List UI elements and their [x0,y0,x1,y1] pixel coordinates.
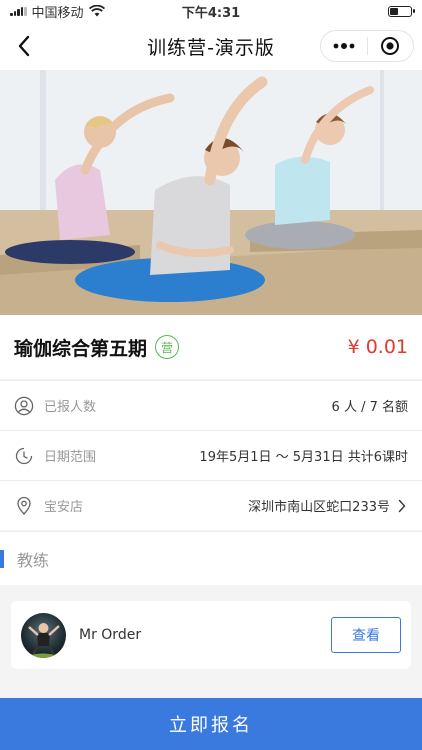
status-bar: 中国移动 下午4:31 [0,0,422,22]
more-button[interactable] [321,31,367,61]
coach-card: Mr Order 查看 [11,601,411,669]
course-title-wrap: 瑜伽综合第五期 营 [14,334,180,361]
section-accent-bar [0,550,4,568]
user-icon [14,396,34,416]
info-row-enrolled: 已报人数 6 人 / 7 名额 [0,380,422,430]
enrolled-label: 已报人数 [44,400,97,415]
page-title: 训练营-演示版 [147,36,275,59]
coach-name: Mr Order [79,627,142,643]
back-button[interactable] [10,32,38,60]
miniprogram-capsule [320,30,414,62]
location-pin-icon [14,496,34,516]
store-label: 宝安店 [44,500,84,515]
store-address: 深圳市南山区蛇口233号 [248,500,390,515]
chevron-right-icon [398,499,408,513]
coach-avatar [21,612,66,658]
coach-list: Mr Order 查看 [0,585,422,693]
yoga-class-illustration [0,70,422,315]
course-info-list: 已报人数 6 人 / 7 名额 日期范围 19年5月1日 ～ 5月31日 共计6… [0,380,422,530]
nav-bar: 训练营-演示版 [0,22,422,70]
course-cover-image [0,70,422,315]
clock-icon [14,446,34,466]
course-price: ¥ 0.01 [347,336,408,358]
battery-icon [388,5,415,17]
more-dots-icon [333,43,355,49]
close-miniprogram-button[interactable] [368,31,414,61]
status-left: 中国移动 [10,2,105,21]
target-circle-icon [381,37,400,55]
signal-icon [10,6,27,16]
coach-section-header: 教练 [0,531,422,585]
info-row-location[interactable]: 宝安店 深圳市南山区蛇口233号 [0,480,422,530]
coach-section-title: 教练 [17,550,50,570]
camp-badge: 营 [155,335,180,359]
chevron-left-icon [18,35,30,57]
date-range-value: 19年5月1日 ～ 5月31日 共计6课时 [199,450,408,465]
course-title: 瑜伽综合第五期 [14,337,148,360]
info-row-date-range: 日期范围 19年5月1日 ～ 5月31日 共计6课时 [0,430,422,480]
course-header: 瑜伽综合第五期 营 ¥ 0.01 [0,315,422,379]
view-coach-button[interactable]: 查看 [331,617,401,653]
wifi-icon [88,5,105,17]
enroll-now-button[interactable]: 立即报名 [0,698,422,750]
carrier-label: 中国移动 [31,5,84,21]
date-range-label: 日期范围 [44,450,97,465]
enrolled-value: 6 人 / 7 名额 [331,400,408,415]
